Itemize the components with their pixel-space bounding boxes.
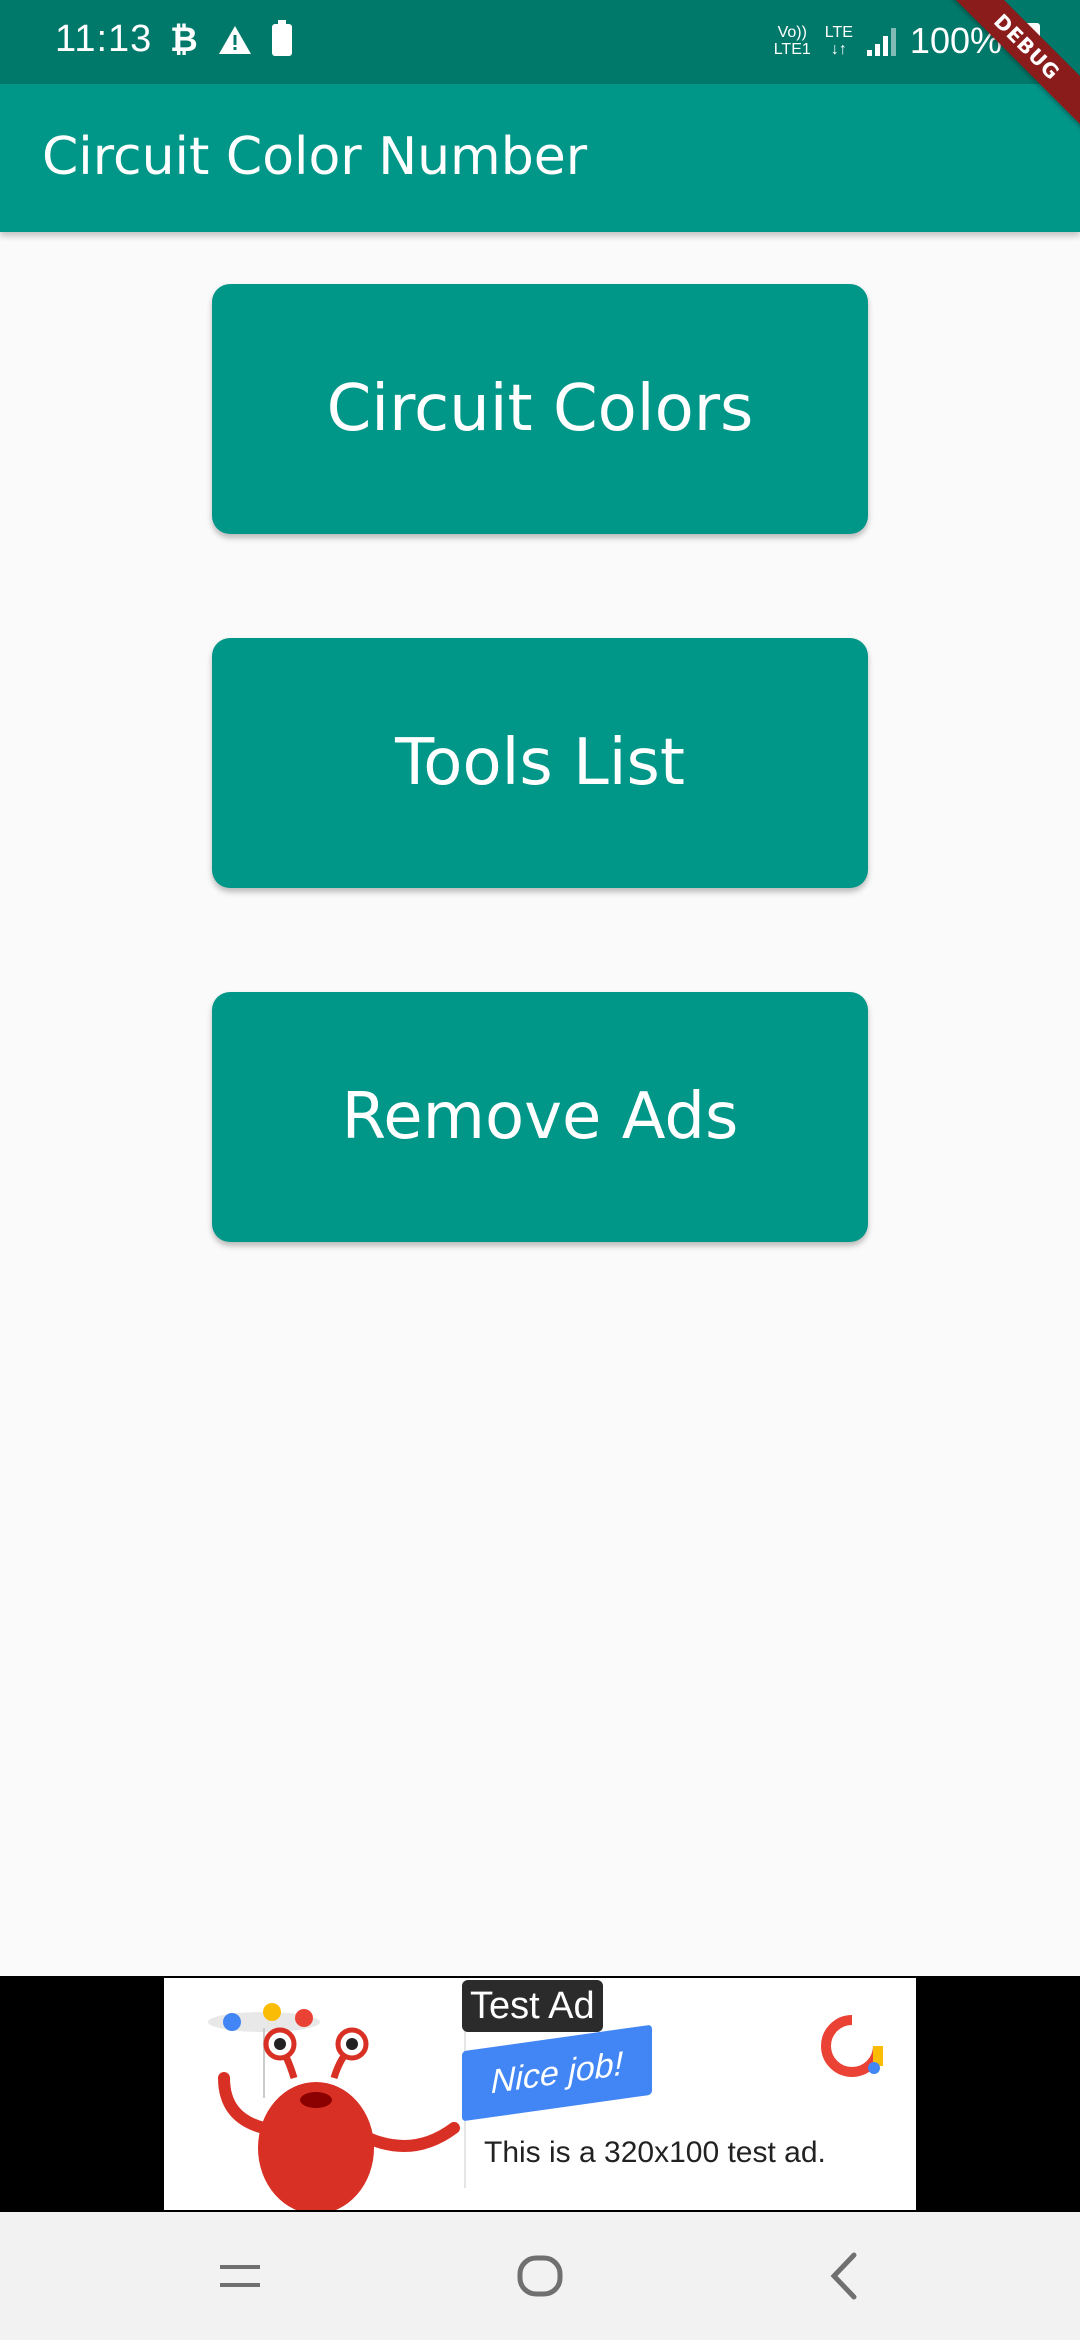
page-title: Circuit Color Number	[42, 127, 588, 187]
back-icon[interactable]	[814, 2246, 874, 2306]
data-arrows-icon: ↓↑	[830, 41, 847, 58]
tools-list-button[interactable]: Tools List	[212, 638, 868, 888]
warning-icon	[218, 25, 252, 55]
app-bar: Circuit Color Number	[0, 84, 1080, 232]
test-ad-label: Test Ad	[462, 1980, 603, 2032]
volte-indicator: Vo)) LTE1	[774, 24, 811, 58]
bitcoin-icon: ₿	[170, 20, 198, 60]
ad-body-text: This is a 320x100 test ad.	[484, 2136, 826, 2169]
battery-saver-icon	[271, 20, 292, 56]
lte1-label: LTE1	[773, 41, 811, 58]
ad-banner-flag: Nice job!	[462, 2024, 652, 2122]
circuit-colors-button[interactable]: Circuit Colors	[212, 284, 868, 534]
status-notification-icons: ₿	[170, 20, 292, 60]
navigation-bar	[0, 2212, 1080, 2340]
status-time: 11:13	[55, 18, 153, 60]
remove-ads-button[interactable]: Remove Ads	[212, 992, 868, 1242]
volte-label: Vo))	[777, 24, 807, 41]
status-bar: 11:13 ₿ Vo)) LTE1 LTE ↓↑ 100%	[0, 0, 1080, 84]
signal-icon	[866, 26, 896, 56]
home-icon[interactable]	[510, 2246, 570, 2306]
lte-label: LTE	[824, 24, 853, 41]
ad-logo-icon	[821, 2015, 883, 2077]
lte-indicator: LTE ↓↑	[825, 24, 853, 58]
recent-apps-icon[interactable]	[210, 2246, 270, 2306]
ad-mascot-image	[208, 2003, 460, 2210]
